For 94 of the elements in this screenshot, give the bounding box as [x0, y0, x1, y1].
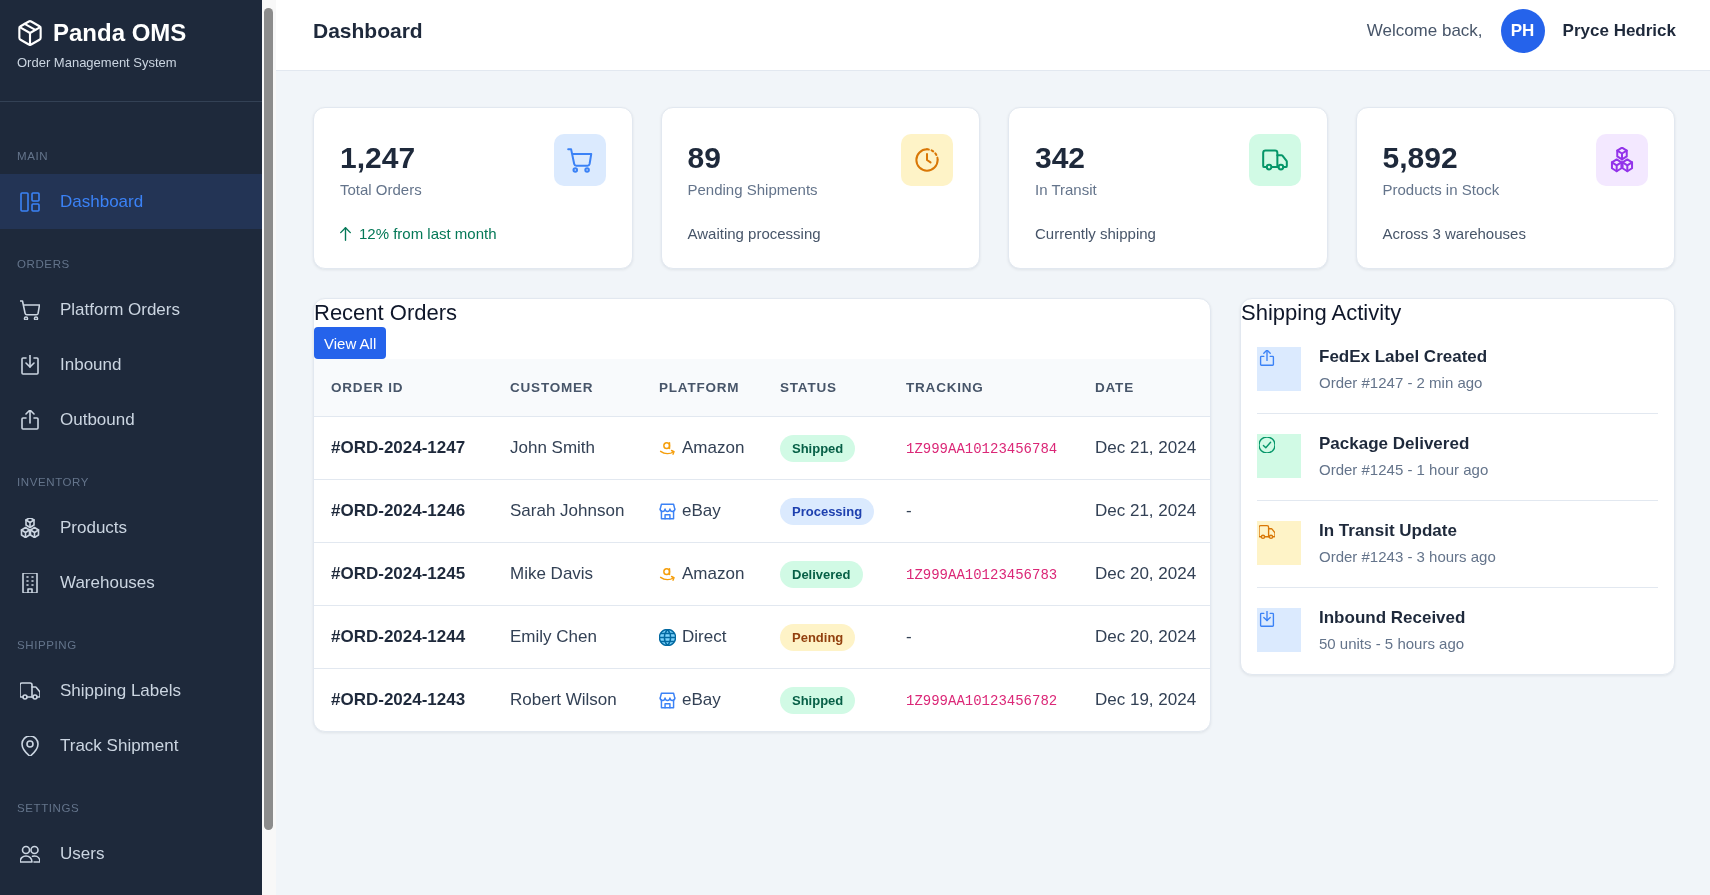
panel-title: Recent Orders	[314, 299, 459, 327]
stat-note: Across 3 warehouses	[1382, 224, 1526, 244]
nav-item[interactable]: Products	[0, 500, 262, 555]
platform-name: Amazon	[682, 438, 745, 458]
nav-item[interactable]: Warehouses	[0, 555, 262, 610]
tracking-number: -	[906, 627, 912, 646]
order-id: #ORD-2024-1244	[331, 627, 466, 646]
column-header: TRACKING	[906, 359, 1095, 417]
column-header: CUSTOMER	[510, 359, 659, 417]
customer-name: Sarah Johnson	[510, 501, 625, 520]
activity-title: FedEx Label Created	[1319, 346, 1488, 368]
customer-name: Emily Chen	[510, 627, 597, 646]
column-header: DATE	[1095, 359, 1210, 417]
nav-item[interactable]: Shipping Labels	[0, 663, 262, 718]
column-header: ORDER ID	[314, 359, 510, 417]
activity-detail: 50 units - 5 hours ago	[1319, 634, 1466, 654]
stat-label: Pending Shipments	[687, 180, 818, 200]
order-id: #ORD-2024-1247	[331, 438, 466, 457]
order-date: Dec 20, 2024	[1095, 627, 1197, 646]
activity-detail: Order #1247 - 2 min ago	[1319, 373, 1484, 393]
order-id: #ORD-2024-1245	[331, 564, 466, 583]
building-icon	[20, 572, 40, 593]
stat-label: In Transit	[1035, 180, 1097, 200]
nav-item[interactable]: Inbound	[0, 337, 262, 392]
tray-arrow-up-icon	[20, 409, 40, 430]
cart-icon	[20, 299, 40, 320]
tray-arrow-down-icon	[20, 354, 40, 375]
tracking-number: 1Z999AA10123456783	[906, 567, 1058, 583]
shop-icon	[659, 691, 676, 709]
stat-value: 5,892	[1382, 140, 1459, 176]
a-smile-icon	[659, 565, 676, 583]
stat-note: Awaiting processing	[687, 224, 821, 244]
avatar: PH	[1500, 9, 1545, 53]
nav-section-heading: ORDERS	[16, 257, 71, 272]
order-date: Dec 19, 2024	[1095, 690, 1197, 709]
platform-name: eBay	[682, 501, 721, 521]
tracking-number: 1Z999AA10123456784	[906, 441, 1058, 457]
globe-icon	[659, 628, 676, 646]
brand-name: Panda OMS	[53, 19, 187, 47]
stat-note: Currently shipping	[1035, 224, 1156, 244]
shop-icon	[659, 502, 676, 520]
stat-label: Total Orders	[340, 180, 422, 200]
box-icon	[17, 20, 43, 46]
status-badge: Shipped	[780, 434, 856, 462]
nav-item[interactable]: Track Shipment	[0, 718, 262, 773]
status-badge: Processing	[780, 497, 875, 525]
activity-detail: Order #1243 - 3 hours ago	[1319, 547, 1496, 567]
user-name: Pryce Hedrick	[1562, 21, 1676, 41]
column-header: PLATFORM	[659, 359, 780, 417]
truck-icon	[20, 680, 40, 701]
welcome-text: Welcome back,	[1366, 21, 1483, 41]
platform-name: eBay	[682, 690, 721, 710]
stat-value: 342	[1035, 140, 1087, 176]
cubes-icon	[20, 517, 40, 538]
order-id: #ORD-2024-1243	[331, 690, 466, 709]
platform-name: Amazon	[682, 564, 745, 584]
view-all-button[interactable]: View All	[314, 327, 387, 359]
stat-value: 89	[687, 140, 722, 176]
activity-title: Package Delivered	[1319, 433, 1471, 455]
stat-note: 12% from last month	[359, 224, 497, 244]
tracking-number: -	[906, 501, 912, 520]
status-badge: Pending	[780, 623, 856, 651]
panel-title: Shipping Activity	[1241, 299, 1403, 327]
column-header: STATUS	[780, 359, 906, 417]
platform-name: Direct	[682, 627, 727, 647]
order-date: Dec 21, 2024	[1095, 501, 1197, 520]
stat-value: 1,247	[340, 140, 417, 176]
nav-section-heading: SETTINGS	[16, 801, 81, 816]
nav-section-heading: MAIN	[16, 149, 50, 164]
layout-icon	[20, 191, 40, 212]
activity-title: In Transit Update	[1319, 520, 1458, 542]
tracking-number: 1Z999AA10123456782	[906, 693, 1058, 709]
status-badge: Shipped	[780, 686, 856, 714]
activity-detail: Order #1245 - 1 hour ago	[1319, 460, 1489, 480]
nav-section-heading: SHIPPING	[16, 638, 78, 653]
order-date: Dec 20, 2024	[1095, 564, 1197, 583]
nav-item[interactable]: Platform Orders	[0, 282, 262, 337]
nav-item[interactable]: Users	[0, 826, 262, 881]
customer-name: Mike Davis	[510, 564, 594, 583]
a-smile-icon	[659, 439, 676, 457]
scrollbar-thumb[interactable]	[264, 8, 273, 830]
customer-name: Robert Wilson	[510, 690, 617, 709]
page-title: Dashboard	[313, 19, 423, 43]
order-id: #ORD-2024-1246	[331, 501, 466, 520]
order-date: Dec 21, 2024	[1095, 438, 1197, 457]
stat-label: Products in Stock	[1382, 180, 1500, 200]
nav-section-heading: INVENTORY	[16, 475, 91, 490]
activity-title: Inbound Received	[1319, 607, 1466, 629]
nav-item[interactable]: Outbound	[0, 392, 262, 447]
status-badge: Delivered	[780, 560, 863, 588]
people-icon	[20, 843, 40, 864]
customer-name: John Smith	[510, 438, 596, 457]
map-pin-icon	[20, 735, 40, 756]
brand-tagline: Order Management System	[17, 55, 178, 71]
